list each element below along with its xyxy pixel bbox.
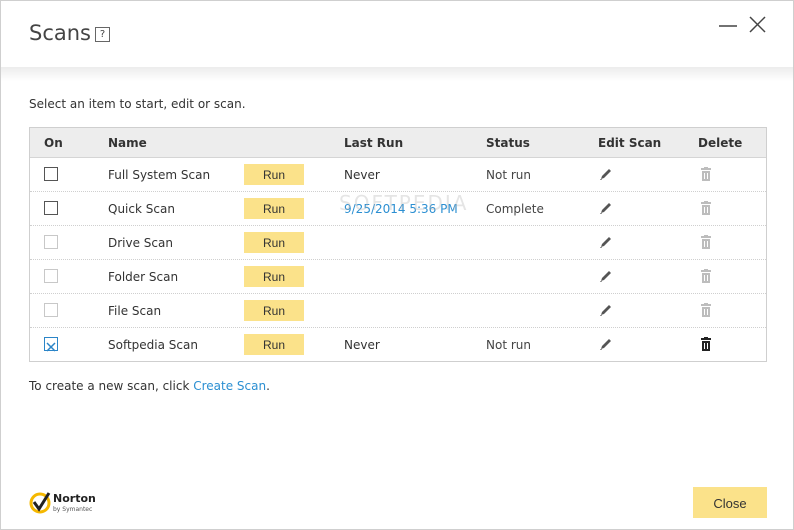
logo-name: Norton: [53, 492, 96, 505]
create-scan-hint: To create a new scan, click Create Scan.: [29, 379, 270, 393]
scan-name: File Scan: [108, 304, 162, 318]
norton-logo: Norton by Symantec: [29, 490, 109, 516]
scan-name: Folder Scan: [108, 270, 179, 284]
run-button[interactable]: Run: [244, 232, 304, 253]
minimize-icon: [719, 25, 737, 27]
row-checkbox[interactable]: [44, 201, 58, 215]
run-button[interactable]: Run: [244, 334, 304, 355]
hint-prefix: To create a new scan, click: [29, 379, 194, 393]
header-last-run: Last Run: [344, 136, 404, 150]
close-window-button[interactable]: [747, 13, 771, 37]
run-button[interactable]: Run: [244, 164, 304, 185]
delete-trash-icon: [698, 234, 714, 250]
delete-trash-icon[interactable]: [698, 336, 714, 352]
row-checkbox: [44, 303, 58, 317]
scan-name: Full System Scan: [108, 168, 211, 182]
last-run: Never: [344, 168, 380, 182]
delete-trash-icon: [698, 166, 714, 182]
delete-trash-icon: [698, 302, 714, 318]
scan-name: Softpedia Scan: [108, 338, 198, 352]
row-checkbox: [44, 269, 58, 283]
table-row: Folder Scan Run: [30, 260, 766, 294]
run-button[interactable]: Run: [244, 266, 304, 287]
edit-pencil-icon[interactable]: [598, 268, 614, 284]
header-delete: Delete: [698, 136, 743, 150]
window-title: Scans: [29, 21, 91, 45]
close-button[interactable]: Close: [693, 487, 767, 518]
norton-check-icon: [29, 492, 51, 514]
header-divider: [1, 67, 793, 81]
row-checkbox[interactable]: [44, 337, 58, 352]
table-row: Drive Scan Run: [30, 226, 766, 260]
hint-suffix: .: [266, 379, 270, 393]
window-header: Scans ?: [1, 1, 793, 67]
instructions-text: Select an item to start, edit or scan.: [29, 97, 246, 111]
run-button[interactable]: Run: [244, 300, 304, 321]
last-run: Never: [344, 338, 380, 352]
table-row: Full System Scan Run Never Not run: [30, 158, 766, 192]
delete-trash-icon: [698, 268, 714, 284]
row-checkbox[interactable]: [44, 167, 58, 181]
minimize-button[interactable]: [717, 13, 741, 37]
edit-pencil-icon[interactable]: [598, 302, 614, 318]
table-header: On Name Last Run Status Edit Scan Delete: [30, 128, 766, 158]
header-name: Name: [108, 136, 147, 150]
header-edit-scan: Edit Scan: [598, 136, 662, 150]
delete-trash-icon: [698, 200, 714, 216]
edit-pencil-icon[interactable]: [598, 336, 614, 352]
logo-sub: by Symantec: [53, 506, 93, 513]
edit-pencil-icon[interactable]: [598, 200, 614, 216]
scan-status: Not run: [486, 168, 531, 182]
close-icon: [749, 16, 766, 33]
scan-status: Complete: [486, 202, 544, 216]
scan-status: Not run: [486, 338, 531, 352]
table-row: Softpedia Scan Run Never Not run: [30, 328, 766, 361]
scans-window: Scans ? Select an item to start, edit or…: [0, 0, 794, 530]
run-button[interactable]: Run: [244, 198, 304, 219]
scans-table: On Name Last Run Status Edit Scan Delete…: [29, 127, 767, 362]
scan-name: Drive Scan: [108, 236, 173, 250]
watermark: SOFTPEDIA: [339, 191, 469, 215]
header-status: Status: [486, 136, 530, 150]
create-scan-link[interactable]: Create Scan: [193, 379, 266, 393]
table-row: File Scan Run: [30, 294, 766, 328]
row-checkbox: [44, 235, 58, 249]
help-button[interactable]: ?: [95, 27, 110, 42]
edit-pencil-icon[interactable]: [598, 234, 614, 250]
header-on: On: [44, 136, 63, 150]
edit-pencil-icon[interactable]: [598, 166, 614, 182]
scan-name: Quick Scan: [108, 202, 175, 216]
